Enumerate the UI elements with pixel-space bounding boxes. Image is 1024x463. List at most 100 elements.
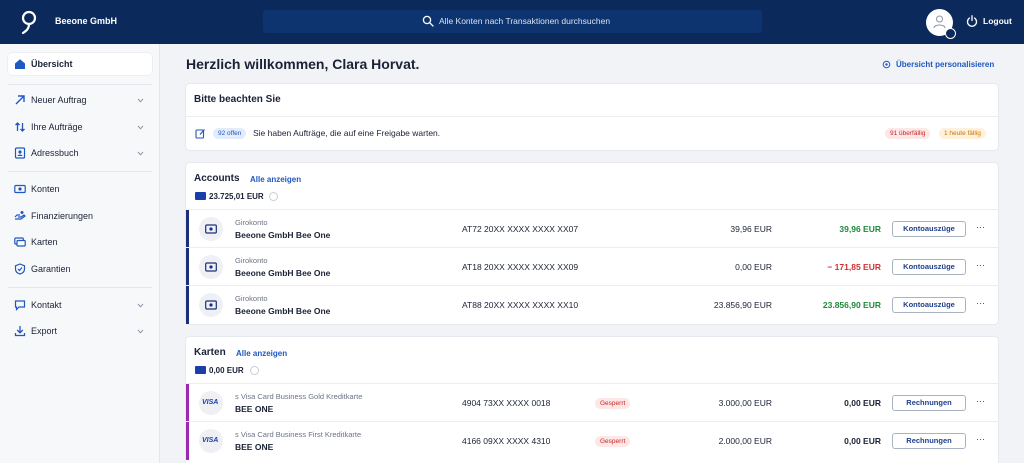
sidebar-divider (8, 171, 152, 172)
search-icon (422, 15, 434, 27)
accounts-title: Accounts (194, 173, 240, 184)
card-holder: BEE ONE (235, 404, 274, 414)
sidebar-item-address-book[interactable]: Adressbuch (8, 142, 152, 164)
card-type: s Visa Card Business First Kreditkarte (235, 430, 362, 439)
sidebar-item-new-order[interactable]: Neuer Auftrag (8, 89, 152, 111)
eu-flag-icon (195, 366, 206, 374)
address-book-icon (14, 147, 26, 159)
account-row[interactable]: Girokonto Beeone GmbH Bee One AT72 20XX … (186, 209, 998, 248)
card-limit: 3.000,00 EUR (718, 398, 772, 408)
visa-logo-icon: VISA (199, 429, 223, 453)
sidebar-item-label: Adressbuch (31, 148, 79, 158)
avatar[interactable] (926, 9, 956, 39)
top-bar: Beeone GmbH Alle Konten nach Transaktion… (0, 0, 1024, 44)
sidebar-item-guarantees[interactable]: Garantien (8, 258, 152, 280)
account-available: 39,96 EUR (839, 224, 881, 234)
overdue-badge: 91 überfällig (885, 128, 931, 139)
sidebar-item-label: Ihre Aufträge (31, 122, 83, 132)
notice-title: Bitte beachten Sie (194, 94, 281, 105)
user-icon (933, 15, 946, 29)
chevron-down-icon (137, 329, 144, 334)
transfer-icon (15, 122, 25, 132)
invoices-button[interactable]: Rechnungen (892, 395, 966, 411)
info-icon[interactable] (250, 366, 259, 375)
search-placeholder: Alle Konten nach Transaktionen durchsuch… (439, 16, 611, 26)
cards-icon (14, 237, 26, 247)
card-row[interactable]: VISA s Visa Card Business First Kreditka… (186, 421, 998, 460)
financing-icon (14, 211, 26, 220)
more-options-icon[interactable]: ··· (976, 298, 985, 308)
credit-cards-card: Karten Alle anzeigen 0,00 EUR VISA s Vis… (186, 337, 998, 463)
sidebar-item-financing[interactable]: Finanzierungen (8, 205, 152, 227)
shield-icon (14, 263, 26, 275)
arrow-up-right-icon (15, 95, 25, 105)
sidebar-item-label: Konten (31, 184, 60, 194)
sidebar-item-overview[interactable]: Übersicht (8, 53, 152, 75)
card-row[interactable]: VISA s Visa Card Business Gold Kreditkar… (186, 383, 998, 422)
personalize-label: Übersicht personalisieren (896, 60, 995, 69)
account-available: 23.856,90 EUR (822, 300, 881, 310)
more-options-icon[interactable]: ··· (976, 434, 985, 444)
accounts-card: Accounts Alle anzeigen 23.725,01 EUR Gir… (186, 163, 998, 324)
power-icon[interactable] (966, 15, 978, 27)
logout-button[interactable]: Logout (983, 16, 1012, 26)
gear-icon (882, 60, 891, 69)
account-type: Girokonto (235, 294, 268, 303)
account-iban: AT72 20XX XXXX XXXX XX07 (462, 224, 579, 234)
account-row[interactable]: Girokonto Beeone GmbH Bee One AT18 20XX … (186, 247, 998, 286)
sidebar-divider (8, 84, 152, 85)
sidebar-divider (8, 287, 152, 288)
account-icon (199, 255, 223, 279)
chevron-down-icon (137, 303, 144, 308)
account-name: Beeone GmbH Bee One (235, 306, 331, 316)
cards-show-all-link[interactable]: Alle anzeigen (236, 349, 287, 358)
sidebar-item-label: Finanzierungen (31, 211, 94, 221)
sidebar-item-export[interactable]: Export (8, 320, 152, 342)
home-icon (15, 59, 25, 69)
account-icon (199, 293, 223, 317)
logo-icon[interactable] (20, 9, 38, 35)
sidebar-item-cards[interactable]: Karten (8, 231, 152, 253)
eu-flag-icon (195, 192, 206, 200)
edit-icon (195, 129, 205, 139)
info-icon[interactable] (269, 192, 278, 201)
statements-button[interactable]: Kontoauszüge (892, 259, 966, 275)
invoices-button[interactable]: Rechnungen (892, 433, 966, 449)
sidebar-item-contact[interactable]: Kontakt (8, 294, 152, 316)
cards-title: Karten (194, 347, 226, 358)
settings-badge-icon[interactable] (945, 28, 956, 39)
company-name: Beeone GmbH (55, 16, 118, 26)
download-icon (14, 326, 26, 337)
sidebar-item-label: Karten (31, 237, 58, 247)
account-icon (14, 184, 26, 194)
statements-button[interactable]: Kontoauszüge (892, 297, 966, 313)
statements-button[interactable]: Kontoauszüge (892, 221, 966, 237)
sidebar-item-label: Kontakt (31, 300, 62, 310)
accounts-show-all-link[interactable]: Alle anzeigen (250, 175, 301, 184)
card-holder: BEE ONE (235, 442, 274, 452)
card-type: s Visa Card Business Gold Kreditkarte (235, 392, 363, 401)
more-options-icon[interactable]: ··· (976, 260, 985, 270)
card-number: 4166 09XX XXXX 4310 (462, 436, 551, 446)
more-options-icon[interactable]: ··· (976, 396, 985, 406)
chat-icon (14, 300, 26, 311)
sidebar-item-label: Export (31, 326, 58, 336)
account-balance: 39,96 EUR (730, 224, 772, 234)
account-available: − 171,85 EUR (827, 262, 881, 272)
card-balance: 0,00 EUR (844, 398, 881, 408)
sidebar: Übersicht Neuer Auftrag Ihre Aufträge Ad… (0, 44, 160, 463)
status-badge: Gesperrt (595, 398, 631, 409)
account-row[interactable]: Girokonto Beeone GmbH Bee One AT88 20XX … (186, 285, 998, 324)
card-limit: 2.000,00 EUR (718, 436, 772, 446)
sidebar-item-label: Neuer Auftrag (31, 95, 87, 105)
notice-row[interactable]: 92 offen Sie haben Aufträge, die auf ein… (186, 116, 998, 150)
sidebar-item-accounts[interactable]: Konten (8, 178, 152, 200)
sidebar-item-label: Garantien (31, 264, 71, 274)
cards-sum: 0,00 EUR (209, 366, 244, 375)
chevron-down-icon (137, 151, 144, 156)
sidebar-item-my-orders[interactable]: Ihre Aufträge (8, 116, 152, 138)
visa-label: VISA (202, 437, 219, 444)
search-input[interactable]: Alle Konten nach Transaktionen durchsuch… (263, 10, 762, 33)
notice-card: Bitte beachten Sie 92 offen Sie haben Au… (186, 84, 998, 150)
more-options-icon[interactable]: ··· (976, 222, 985, 232)
